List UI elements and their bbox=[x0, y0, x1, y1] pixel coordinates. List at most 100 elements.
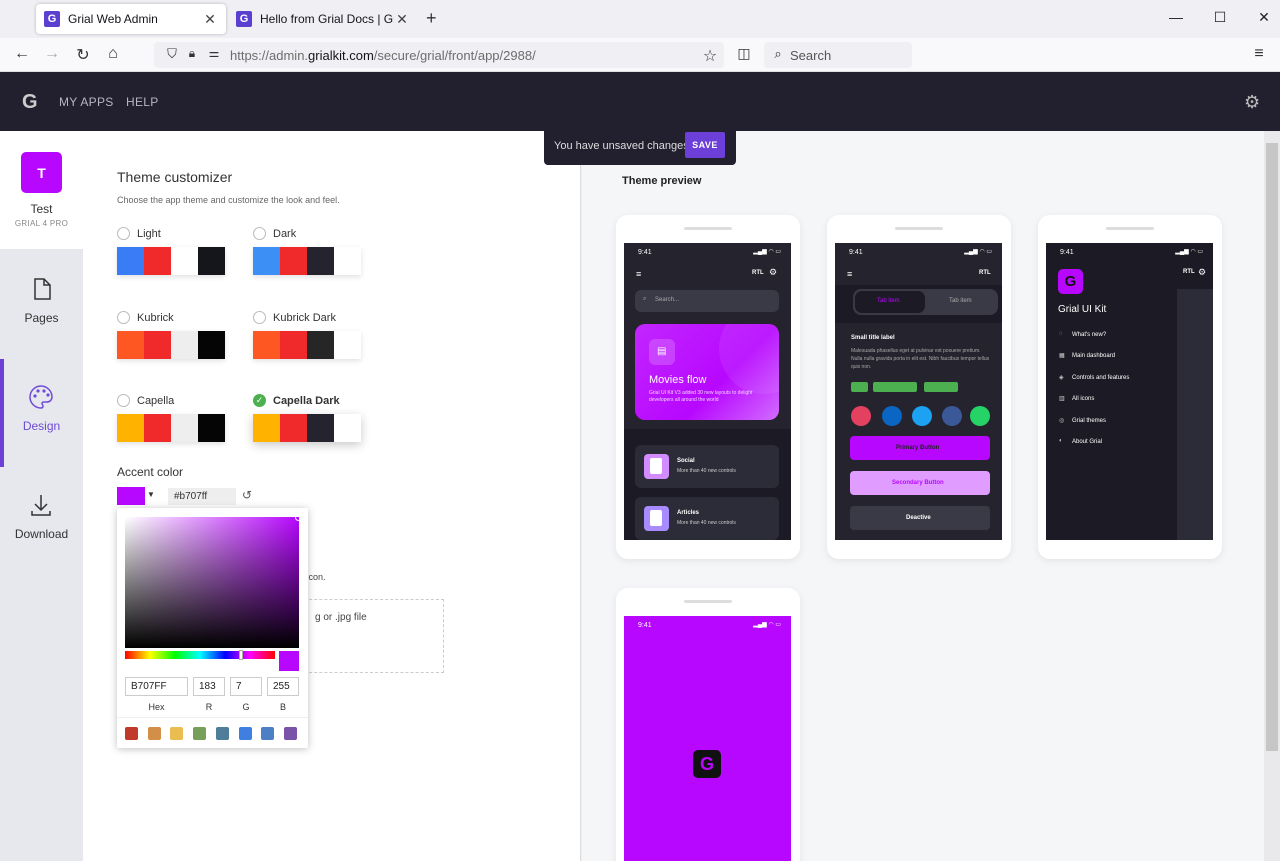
primary-button-preview: Primary Button bbox=[850, 436, 990, 460]
status-icons: ▂▄▆ ◠ ▭ bbox=[964, 249, 992, 255]
color-swatch bbox=[144, 247, 171, 275]
nav-help[interactable]: HELP bbox=[126, 95, 159, 109]
radio-button[interactable] bbox=[117, 227, 130, 240]
grial-favicon-icon: G bbox=[44, 11, 60, 27]
accent-color-dropdown[interactable]: ▼ bbox=[117, 487, 157, 505]
color-swatch bbox=[280, 331, 307, 359]
search-icon: ⌕ bbox=[774, 46, 782, 61]
theme-swatches bbox=[253, 247, 361, 275]
lock-icon[interactable]: 🔒︎ bbox=[182, 46, 202, 61]
check-icon[interactable]: ✓ bbox=[253, 394, 266, 407]
window-close-icon[interactable]: ✕ bbox=[1254, 9, 1274, 26]
movies-flow-card: ▤ Movies flow Grial UI Kit V3 added 30 n… bbox=[635, 324, 779, 420]
color-swatch bbox=[253, 247, 280, 275]
maximize-icon[interactable]: ☐ bbox=[1210, 9, 1230, 26]
radio-button[interactable] bbox=[117, 394, 130, 407]
preset-color-swatch[interactable] bbox=[283, 727, 297, 740]
theme-swatches bbox=[117, 414, 225, 442]
gear-icon[interactable]: ⚙ bbox=[1244, 92, 1260, 113]
sidebar-item-label: Pages bbox=[24, 311, 59, 325]
icon-upload-dropzone[interactable] bbox=[299, 599, 444, 673]
color-swatch bbox=[198, 247, 225, 275]
red-label: R bbox=[205, 702, 213, 712]
theme-preview-pane: Theme preview 9:41 ▂▄▆ ◠ ▭ ≡ RTL ⚙ ⌕ Sear… bbox=[582, 131, 1264, 861]
theme-swatches bbox=[253, 331, 361, 359]
hue-slider[interactable] bbox=[125, 650, 275, 660]
preset-color-swatch[interactable] bbox=[238, 727, 252, 740]
nav-my-apps[interactable]: MY APPS bbox=[59, 95, 114, 109]
browser-tab-title: Grial Web Admin bbox=[68, 12, 158, 26]
minimize-icon[interactable]: — bbox=[1166, 9, 1186, 25]
secondary-button-preview: Secondary Button bbox=[850, 471, 990, 495]
preset-color-swatch[interactable] bbox=[170, 727, 184, 740]
close-icon[interactable]: ✕ bbox=[394, 11, 410, 28]
close-icon[interactable]: ✕ bbox=[202, 11, 218, 28]
save-button[interactable]: SAVE bbox=[685, 132, 725, 158]
reset-icon[interactable]: ↺ bbox=[242, 488, 252, 502]
pocket-icon[interactable]: ◫ bbox=[734, 45, 754, 62]
green-input[interactable]: 7 bbox=[230, 677, 262, 696]
color-swatch bbox=[307, 414, 334, 442]
home-icon[interactable]: ⌂ bbox=[103, 45, 123, 63]
grial-logo: G bbox=[1058, 269, 1083, 294]
clapperboard-icon: ▤ bbox=[657, 346, 667, 357]
color-swatch bbox=[171, 331, 198, 359]
status-icons: ▂▄▆ ◠ ▭ bbox=[1175, 249, 1203, 255]
color-swatch bbox=[144, 331, 171, 359]
page-icon bbox=[34, 278, 51, 300]
phone-screen: 9:41 ▂▄▆ ◠ ▭ G bbox=[624, 616, 791, 861]
permissions-icon[interactable]: ⚌ bbox=[204, 46, 224, 60]
page-scrollbar[interactable] bbox=[1264, 131, 1280, 861]
grial-logo[interactable]: G bbox=[22, 92, 38, 112]
hue-handle[interactable] bbox=[239, 650, 243, 660]
project-edition: GRIAL 4 PRO bbox=[14, 219, 69, 228]
divider bbox=[117, 717, 308, 718]
url-bar[interactable]: ⛉ 🔒︎ ⚌ https://admin.grialkit.com/secure… bbox=[154, 42, 724, 68]
browser-tab-active[interactable]: G Grial Web Admin ✕ bbox=[36, 4, 226, 34]
scrollbar-thumb[interactable] bbox=[1266, 143, 1278, 751]
color-swatch bbox=[280, 414, 307, 442]
back-icon[interactable]: ← bbox=[12, 45, 32, 63]
color-swatch bbox=[253, 331, 280, 359]
red-input[interactable]: 183 bbox=[193, 677, 225, 696]
project-name: Test bbox=[30, 202, 53, 216]
project-card[interactable]: T Test GRIAL 4 PRO bbox=[0, 131, 83, 249]
blue-input[interactable]: 255 bbox=[267, 677, 299, 696]
shield-icon[interactable]: ⛉ bbox=[162, 46, 182, 62]
reload-icon[interactable]: ↻ bbox=[73, 45, 93, 65]
saturation-handle[interactable] bbox=[295, 514, 302, 521]
sidebar-item-pages[interactable]: Pages bbox=[0, 251, 83, 359]
tab-bar: Tab item Tab item bbox=[853, 289, 998, 315]
preset-color-swatch[interactable] bbox=[125, 727, 138, 740]
whatsapp-icon bbox=[970, 406, 990, 426]
bookmark-star-icon[interactable]: ☆ bbox=[700, 46, 720, 66]
list-item: Articles More than 40 new controls bbox=[635, 497, 779, 540]
unsaved-message: You have unsaved changes bbox=[554, 140, 689, 152]
preset-color-swatch[interactable] bbox=[147, 727, 161, 740]
accent-hex-input[interactable]: #b707ff bbox=[168, 488, 236, 505]
browser-tabbar: G Grial Web Admin ✕ G Hello from Grial D… bbox=[0, 0, 1280, 38]
page-subtitle: Choose the app theme and customize the l… bbox=[117, 195, 340, 205]
preset-color-swatch[interactable] bbox=[215, 727, 229, 740]
radio-button[interactable] bbox=[253, 311, 266, 324]
radio-button[interactable] bbox=[117, 311, 130, 324]
sidebar-item-download[interactable]: Download bbox=[0, 467, 83, 575]
browser-navbar: ← → ↻ ⌂ ⛉ 🔒︎ ⚌ https://admin.grialkit.co… bbox=[0, 38, 1280, 72]
sidebar-item-design[interactable]: Design bbox=[0, 359, 83, 467]
new-tab-icon[interactable]: + bbox=[426, 8, 437, 29]
preset-color-swatch[interactable] bbox=[193, 727, 207, 740]
hex-input[interactable]: B707FF bbox=[125, 677, 188, 696]
browser-search-input[interactable]: ⌕ Search bbox=[764, 42, 912, 68]
twitter-icon bbox=[912, 406, 932, 426]
deactive-button-preview: Deactive bbox=[850, 506, 990, 530]
instagram-icon bbox=[851, 406, 871, 426]
accent-color-swatch bbox=[117, 487, 145, 505]
preset-color-swatch[interactable] bbox=[261, 727, 275, 740]
saturation-area[interactable] bbox=[125, 514, 302, 648]
radio-button[interactable] bbox=[253, 227, 266, 240]
forward-icon[interactable]: → bbox=[42, 45, 62, 63]
color-preview bbox=[279, 651, 299, 671]
browser-menu-icon[interactable]: ≡ bbox=[1249, 45, 1269, 63]
browser-tab-inactive[interactable]: G Hello from Grial Docs | Grial Doc ✕ bbox=[228, 4, 418, 34]
linkedin-icon bbox=[882, 406, 902, 426]
